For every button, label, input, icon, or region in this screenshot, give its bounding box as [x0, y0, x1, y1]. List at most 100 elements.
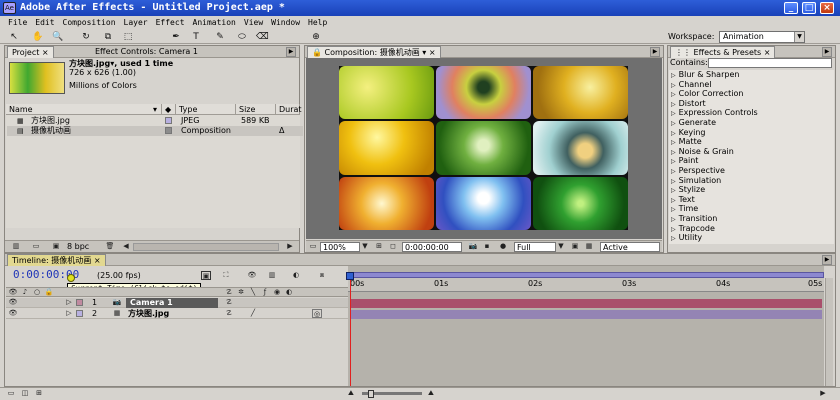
snapshot-icon[interactable]: 📷 — [468, 242, 478, 251]
effect-category-item[interactable]: ▷ Channel — [671, 80, 821, 90]
hand-tool-icon[interactable]: ✋ — [32, 31, 44, 43]
expand-layer-icon[interactable]: ▷ — [64, 309, 74, 318]
tab-effects-presets[interactable]: ⋮⋮ Effects & Presets × — [670, 46, 776, 58]
tab-timeline[interactable]: Timeline: 摄像机动画 × — [7, 254, 106, 266]
effect-category-item[interactable]: ▷ Generate — [671, 118, 821, 128]
expand-triangle-icon[interactable]: ▷ — [671, 178, 676, 185]
effect-category-item[interactable]: ▷ Color Correction — [671, 89, 821, 99]
parent-dropdown[interactable]: ◎ — [312, 309, 322, 318]
layer-row[interactable]: 👁 ▷ 1 📷 Camera 1 ☡ — [6, 298, 348, 308]
bpc-label[interactable]: 8 bpc — [67, 242, 89, 252]
effect-category-item[interactable]: ▷ Utility — [671, 233, 821, 243]
playhead[interactable] — [350, 272, 351, 386]
graph-editor-icon[interactable]: ⧈ — [317, 271, 327, 280]
menu-effect[interactable]: Effect — [152, 16, 189, 30]
eraser-tool-icon[interactable]: ⌫ — [256, 31, 269, 43]
mask-view-icon[interactable]: ◻ — [388, 242, 398, 251]
menu-animation[interactable]: Animation — [189, 16, 240, 30]
expand-triangle-icon[interactable]: ▷ — [671, 72, 676, 79]
zoom-in-icon[interactable]: ⛰ — [426, 389, 436, 398]
col-size[interactable]: Size — [236, 104, 276, 115]
expand-switches-icon[interactable]: ▭ — [6, 389, 16, 398]
show-snapshot-icon[interactable]: ▪ — [482, 242, 492, 251]
layer-row[interactable]: 👁 ▷ 2 ▦ 方块图.jpg ☡ ╱ ◎ — [6, 309, 348, 319]
expand-triangle-icon[interactable]: ▷ — [671, 187, 676, 194]
eye-icon[interactable]: 👁 — [8, 298, 18, 307]
close-icon[interactable]: × — [429, 48, 436, 57]
time-ruler[interactable]: 00s 01s 02s 03s 04s 05s — [348, 278, 824, 292]
col-name[interactable]: Name ▾ — [6, 104, 162, 115]
effect-category-item[interactable]: ▷ Stylize — [671, 185, 821, 195]
chevron-down-icon[interactable]: ▼ — [360, 242, 370, 251]
close-icon[interactable]: × — [42, 48, 49, 57]
close-button[interactable]: × — [820, 2, 834, 14]
expand-triangle-icon[interactable]: ▷ — [671, 168, 676, 175]
panel-menu-icon[interactable]: ▶ — [822, 47, 832, 57]
expand-modes-icon[interactable]: ◫ — [20, 389, 30, 398]
expand-layer-icon[interactable]: ▷ — [64, 298, 74, 307]
live-update-icon[interactable]: ▣ — [201, 271, 211, 280]
effect-category-item[interactable]: ▷ Time — [671, 204, 821, 214]
expand-triangle-icon[interactable]: ▷ — [671, 149, 676, 156]
expand-triangle-icon[interactable]: ▷ — [671, 206, 676, 213]
menu-composition[interactable]: Composition — [59, 16, 120, 30]
effect-category-item[interactable]: ▷ Simulation — [671, 176, 821, 186]
effect-category-item[interactable]: ▷ Keying — [671, 128, 821, 138]
effect-category-item[interactable]: ▷ Distort — [671, 99, 821, 109]
expand-triangle-icon[interactable]: ▷ — [671, 139, 676, 146]
motion-blur-icon[interactable]: ◐ — [291, 271, 301, 280]
expand-triangle-icon[interactable]: ▷ — [671, 235, 676, 242]
close-icon[interactable]: × — [94, 256, 101, 265]
effect-category-item[interactable]: ▷ Expression Controls — [671, 108, 821, 118]
panel-menu-icon[interactable]: ▶ — [822, 255, 832, 265]
effect-category-item[interactable]: ▷ Matte — [671, 137, 821, 147]
shy-switch-icon[interactable]: ☡ — [224, 298, 234, 307]
effect-category-item[interactable]: ▷ Trapcode — [671, 224, 821, 234]
menu-file[interactable]: File — [4, 16, 31, 30]
panel-menu-icon[interactable]: ▶ — [650, 47, 660, 57]
close-icon[interactable]: × — [764, 48, 771, 57]
color-channels-icon[interactable]: ● — [498, 242, 508, 251]
expand-triangle-icon[interactable]: ▷ — [671, 216, 676, 223]
expand-triangle-icon[interactable]: ▷ — [671, 197, 676, 204]
layer-name[interactable]: 方块图.jpg — [128, 309, 169, 319]
selection-tool-icon[interactable]: ↖ — [8, 31, 20, 43]
horizontal-scrollbar[interactable] — [133, 243, 279, 251]
region-of-interest-icon[interactable]: ▣ — [570, 242, 580, 251]
scroll-right-icon[interactable]: ▶ — [818, 389, 828, 398]
axis-mode-icon[interactable]: ⊕ — [310, 31, 322, 43]
layer-duration-bar[interactable] — [350, 299, 822, 308]
label-col-icon[interactable]: ◆ — [162, 104, 176, 115]
expand-triangle-icon[interactable]: ▷ — [671, 130, 676, 137]
shy-icon[interactable]: 👁 — [247, 271, 257, 280]
draft-3d-icon[interactable]: ⛶ — [221, 271, 231, 280]
scroll-left-icon[interactable]: ◀ — [121, 242, 131, 251]
time-graph[interactable]: 00s 01s 02s 03s 04s 05s — [346, 266, 824, 386]
menu-edit[interactable]: Edit — [31, 16, 58, 30]
tab-effect-controls[interactable]: Effect Controls: Camera 1 — [91, 46, 202, 58]
expand-triangle-icon[interactable]: ▷ — [671, 158, 676, 165]
menu-window[interactable]: Window — [267, 16, 304, 30]
transparency-grid-icon[interactable]: ▦ — [584, 242, 594, 251]
new-composition-icon[interactable]: ▣ — [51, 242, 61, 251]
col-type[interactable]: Type — [176, 104, 236, 115]
orbit-camera-tool-icon[interactable]: ⧉ — [102, 31, 114, 43]
effect-category-item[interactable]: ▷ Noise & Grain — [671, 147, 821, 157]
col-duration[interactable]: Durat — [276, 104, 302, 115]
quality-switch-icon[interactable]: ╱ — [248, 309, 258, 318]
effect-category-item[interactable]: ▷ Perspective — [671, 166, 821, 176]
project-row[interactable]: ▦ 方块图.jpg JPEG 589 KB — [7, 116, 303, 126]
menu-view[interactable]: View — [240, 16, 267, 30]
zoom-tool-icon[interactable]: 🔍 — [52, 31, 64, 43]
workspace-dropdown[interactable]: Animation ▼ — [719, 31, 805, 43]
minimize-button[interactable]: _ — [784, 2, 798, 14]
expand-triangle-icon[interactable]: ▷ — [671, 82, 676, 89]
vertical-scrollbar[interactable] — [825, 278, 833, 386]
menu-help[interactable]: Help — [304, 16, 331, 30]
rotate-tool-icon[interactable]: ↻ — [80, 31, 92, 43]
current-time-indicator[interactable] — [346, 272, 354, 280]
delete-icon[interactable]: 🗑 — [105, 242, 115, 251]
zoom-slider-thumb[interactable] — [368, 390, 374, 398]
scroll-right-icon[interactable]: ▶ — [285, 242, 295, 251]
text-tool-icon[interactable]: T — [190, 31, 202, 43]
